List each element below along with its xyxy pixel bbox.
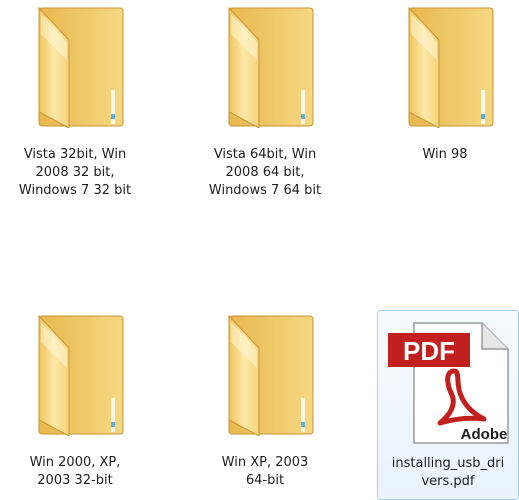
folder-item-win2000[interactable]: Win 2000, XP, 2003 32-bit xyxy=(0,308,150,488)
pdf-badge-text: PDF xyxy=(403,336,455,366)
folder-icon xyxy=(38,314,124,436)
pdf-file-icon: PDF Adobe xyxy=(388,322,509,444)
folder-label: Win 98 xyxy=(422,147,468,162)
pdf-file-item[interactable]: PDF Adobe installing_usb_dri vers.pdf xyxy=(377,310,519,500)
folder-item-win98[interactable]: Win 98 xyxy=(370,0,519,162)
pdf-file-label: installing_usb_dri vers.pdf xyxy=(391,456,505,489)
folder-icon xyxy=(228,6,314,128)
file-list-pane: Vista 32bit, Win 2008 32 bit, Windows 7 … xyxy=(0,0,519,500)
folder-item-winxp-64[interactable]: Win XP, 2003 64-bit xyxy=(190,308,340,488)
folder-icon xyxy=(228,314,314,436)
folder-label: Win 2000, XP, 2003 32-bit xyxy=(29,455,121,488)
folder-item-vista-32bit[interactable]: Vista 32bit, Win 2008 32 bit, Windows 7 … xyxy=(0,0,150,198)
folder-label: Win XP, 2003 64-bit xyxy=(221,455,309,488)
folder-item-vista-64bit[interactable]: Vista 64bit, Win 2008 64 bit, Windows 7 … xyxy=(190,0,340,198)
folder-icon xyxy=(38,6,124,128)
folder-icon xyxy=(408,6,494,128)
adobe-brand-text: Adobe xyxy=(461,426,508,443)
folder-label: Vista 32bit, Win 2008 32 bit, Windows 7 … xyxy=(18,147,132,198)
folder-label: Vista 64bit, Win 2008 64 bit, Windows 7 … xyxy=(208,147,322,198)
